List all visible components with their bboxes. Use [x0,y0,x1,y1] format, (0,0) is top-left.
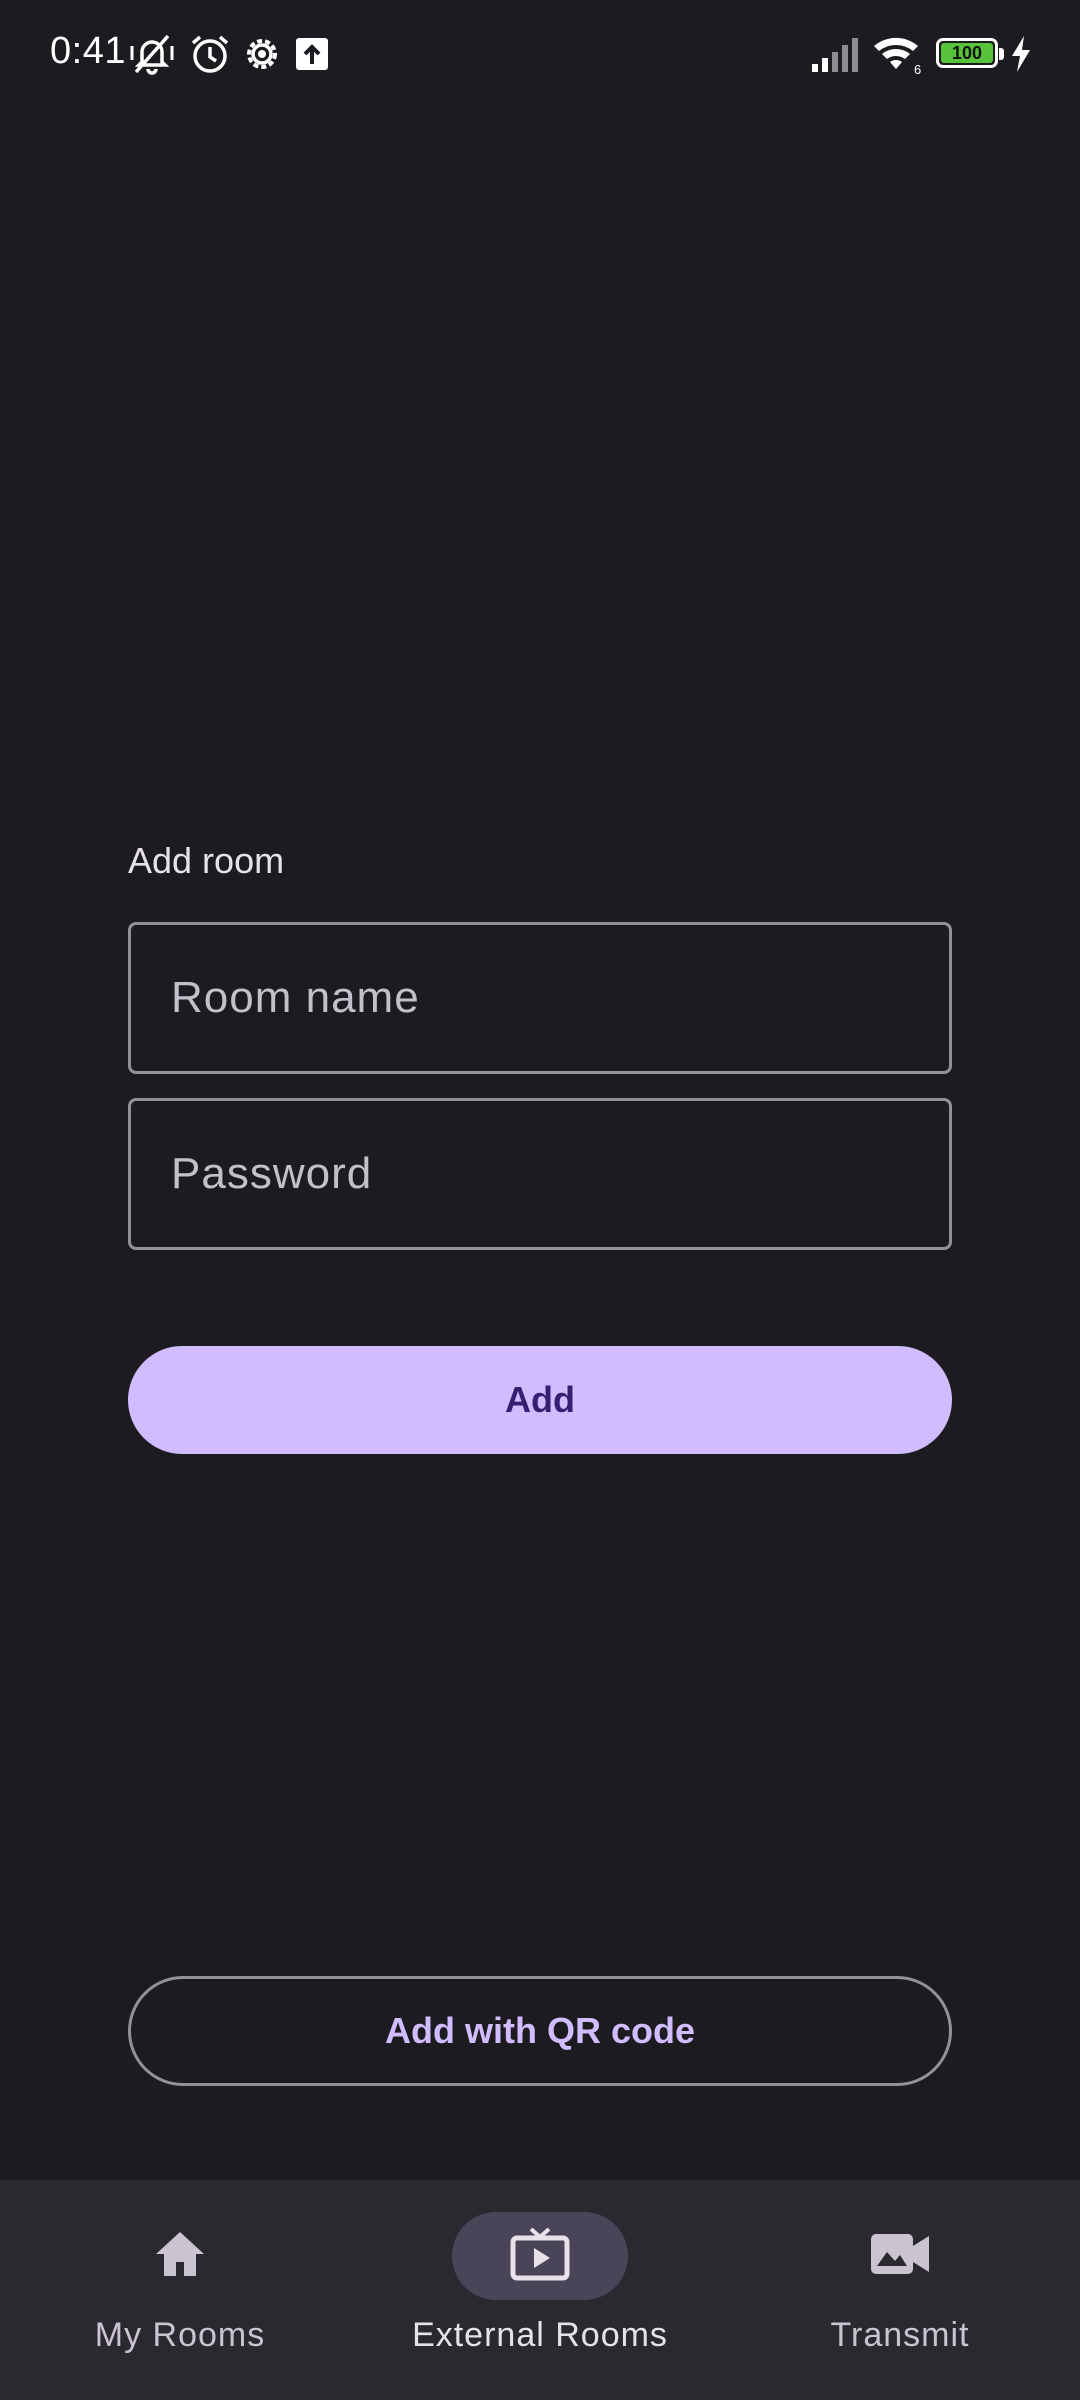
add-with-qr-code-button[interactable]: Add with QR code [128,1976,952,2086]
screen: 0:41 6 100 Add room Room name Add Add wi… [0,0,1080,2400]
alarm-icon [188,32,232,76]
battery-icon: 100 [936,38,1004,68]
mute-vibrate-icon [128,32,176,76]
nav-label-my-rooms: My Rooms [94,2316,266,2354]
nav-label-external-rooms: External Rooms [412,2316,668,2354]
upload-icon [292,32,332,76]
video-camera-icon [869,2228,931,2285]
nav-indicator-active [452,2212,628,2300]
nav-indicator [812,2212,988,2300]
status-bar: 0:41 6 100 [0,0,1080,110]
bottom-navigation: My Rooms External Rooms Transmit [0,2180,1080,2400]
nav-indicator [92,2212,268,2300]
home-icon [152,2228,208,2285]
status-time: 0:41 [50,30,126,72]
wifi-icon: 6 [872,32,924,76]
svg-text:6: 6 [914,62,921,76]
nav-item-transmit[interactable]: Transmit [720,2212,1080,2355]
password-input[interactable] [128,1098,952,1250]
settings-icon [240,32,284,76]
charging-icon [1008,32,1034,76]
form-title: Add room [128,840,285,881]
room-name-input[interactable] [128,922,952,1074]
nav-item-external-rooms[interactable]: External Rooms [360,2212,720,2355]
nav-item-my-rooms[interactable]: My Rooms [0,2212,360,2355]
add-with-qr-code-label: Add with QR code [385,2010,695,2051]
tv-play-icon [509,2225,571,2288]
add-button[interactable]: Add [128,1346,952,1454]
add-button-label: Add [505,1379,575,1420]
nav-label-transmit: Transmit [830,2316,970,2354]
battery-level: 100 [941,43,993,63]
signal-icon [810,32,862,76]
